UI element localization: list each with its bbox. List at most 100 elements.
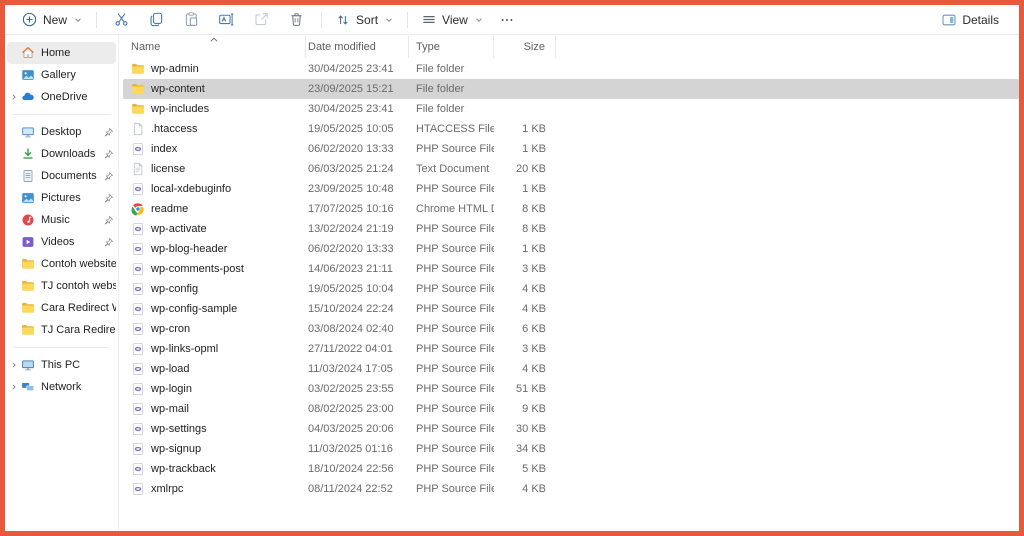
cut-button[interactable] xyxy=(104,8,139,31)
column-header-size[interactable]: Size xyxy=(494,36,556,58)
table-row[interactable]: wp-activate 13/02/2024 21:19PHP Source Fi… xyxy=(123,219,1019,239)
ellipsis-icon xyxy=(499,12,515,28)
table-row[interactable]: .htaccess19/05/2025 10:05HTACCESS File1 … xyxy=(123,119,1019,139)
file-name-cell: local-xdebuginfo xyxy=(123,182,306,196)
music-icon xyxy=(20,213,35,228)
file-name-cell: wp-settings xyxy=(123,422,306,436)
file-date-modified: 06/03/2025 21:24 xyxy=(306,163,409,175)
column-header-type[interactable]: Type xyxy=(409,36,494,58)
file-date-modified: 13/02/2024 21:19 xyxy=(306,223,409,235)
column-header-label: Type xyxy=(416,41,440,53)
pin-icon[interactable] xyxy=(102,215,115,226)
table-row[interactable]: wp-content23/09/2025 15:21File folder xyxy=(123,79,1019,99)
table-row[interactable]: wp-blog-header06/02/2020 13:33PHP Source… xyxy=(123,239,1019,259)
sidebar-item-pictures[interactable]: Pictures xyxy=(7,187,116,209)
table-row[interactable]: readme17/07/2025 10:16Chrome HTML Do...8… xyxy=(123,199,1019,219)
file-name: wp-blog-header xyxy=(151,243,227,255)
pin-icon[interactable] xyxy=(102,237,115,248)
file-date-modified: 08/11/2024 22:52 xyxy=(306,483,409,495)
sidebar-divider xyxy=(13,114,110,115)
details-pane-icon xyxy=(941,12,957,28)
pictures-icon xyxy=(20,191,35,206)
sidebar-item-desktop[interactable]: Desktop xyxy=(7,121,116,143)
sidebar-item-contoh-website-co[interactable]: Contoh website co xyxy=(7,253,116,275)
table-row[interactable]: wp-settings04/03/2025 20:06PHP Source Fi… xyxy=(123,419,1019,439)
file-name: wp-activate xyxy=(151,223,207,235)
sidebar-item-downloads[interactable]: Downloads xyxy=(7,143,116,165)
table-row[interactable]: wp-comments-post14/06/2023 21:11PHP Sour… xyxy=(123,259,1019,279)
file-name: wp-includes xyxy=(151,103,209,115)
chevron-right-icon[interactable] xyxy=(7,92,20,102)
file-name-cell: readme xyxy=(123,202,306,216)
details-pane-button[interactable]: Details xyxy=(935,9,1005,31)
file-size: 3 KB xyxy=(494,263,556,275)
file-size: 3 KB xyxy=(494,343,556,355)
sidebar-item-tj-cara-redirect-w[interactable]: TJ Cara Redirect W xyxy=(7,319,116,341)
table-row[interactable]: wp-cron03/08/2024 02:40PHP Source File6 … xyxy=(123,319,1019,339)
table-row[interactable]: wp-links-opml27/11/2022 04:01PHP Source … xyxy=(123,339,1019,359)
table-row[interactable]: wp-trackback18/10/2024 22:56PHP Source F… xyxy=(123,459,1019,479)
file-type: PHP Source File xyxy=(409,343,494,355)
table-row[interactable]: xmlrpc08/11/2024 22:52PHP Source File4 K… xyxy=(123,479,1019,499)
sidebar-item-documents[interactable]: Documents xyxy=(7,165,116,187)
php-icon xyxy=(131,222,145,236)
chevron-right-icon[interactable] xyxy=(7,360,20,370)
toolbar-divider xyxy=(96,12,97,28)
table-row[interactable]: index06/02/2020 13:33PHP Source File1 KB xyxy=(123,139,1019,159)
table-row[interactable]: license06/03/2025 21:24Text Document20 K… xyxy=(123,159,1019,179)
sidebar-item-cara-redirect-webs[interactable]: Cara Redirect Webs xyxy=(7,297,116,319)
toolbar: New xyxy=(5,5,1019,35)
table-row[interactable]: wp-mail08/02/2025 23:00PHP Source File9 … xyxy=(123,399,1019,419)
network-icon xyxy=(20,380,35,395)
table-row[interactable]: wp-config19/05/2025 10:04PHP Source File… xyxy=(123,279,1019,299)
sidebar-item-label: Gallery xyxy=(41,69,116,81)
php-icon xyxy=(131,322,145,336)
pin-icon[interactable] xyxy=(102,127,115,138)
file-name-cell: wp-config-sample xyxy=(123,302,306,316)
table-row[interactable]: wp-config-sample15/10/2024 22:24PHP Sour… xyxy=(123,299,1019,319)
pin-icon[interactable] xyxy=(102,193,115,204)
sidebar-item-music[interactable]: Music xyxy=(7,209,116,231)
sidebar-item-videos[interactable]: Videos xyxy=(7,231,116,253)
pin-icon[interactable] xyxy=(102,171,115,182)
paste-button[interactable] xyxy=(174,8,209,31)
file-name-cell: xmlrpc xyxy=(123,482,306,496)
sidebar-item-label: Downloads xyxy=(41,148,102,160)
sidebar-item-network[interactable]: Network xyxy=(7,376,116,398)
sidebar-item-this-pc[interactable]: This PC xyxy=(7,354,116,376)
new-button[interactable]: New xyxy=(15,8,89,31)
table-row[interactable]: wp-signup11/03/2025 01:16PHP Source File… xyxy=(123,439,1019,459)
chevron-down-icon xyxy=(73,15,83,25)
table-row[interactable]: wp-login03/02/2025 23:55PHP Source File5… xyxy=(123,379,1019,399)
copy-button[interactable] xyxy=(139,8,174,31)
sidebar-item-home[interactable]: Home xyxy=(7,42,116,64)
php-icon xyxy=(131,262,145,276)
more-options-button[interactable] xyxy=(490,9,524,31)
chevron-right-icon[interactable] xyxy=(7,382,20,392)
table-row[interactable]: wp-admin30/04/2025 23:41File folder xyxy=(123,59,1019,79)
folder-icon xyxy=(20,323,35,338)
column-header-date-modified[interactable]: Date modified xyxy=(306,36,409,58)
file-type: PHP Source File xyxy=(409,223,494,235)
column-header-name[interactable]: Name xyxy=(123,36,306,58)
page-icon xyxy=(131,122,145,136)
file-name: wp-signup xyxy=(151,443,201,455)
file-type: PHP Source File xyxy=(409,143,494,155)
sidebar-item-gallery[interactable]: Gallery xyxy=(7,64,116,86)
sort-button[interactable]: Sort xyxy=(329,9,400,31)
sidebar-item-label: Home xyxy=(41,47,116,59)
table-row[interactable]: wp-includes30/04/2025 23:41File folder xyxy=(123,99,1019,119)
view-button[interactable]: View xyxy=(415,9,490,31)
table-row[interactable]: wp-load11/03/2024 17:05PHP Source File4 … xyxy=(123,359,1019,379)
file-size: 9 KB xyxy=(494,403,556,415)
pin-icon[interactable] xyxy=(102,149,115,160)
sidebar-item-label: Videos xyxy=(41,236,102,248)
table-row[interactable]: local-xdebuginfo23/09/2025 10:48PHP Sour… xyxy=(123,179,1019,199)
share-button[interactable] xyxy=(244,8,279,31)
file-name: wp-login xyxy=(151,383,192,395)
rename-button[interactable] xyxy=(209,8,244,31)
delete-button[interactable] xyxy=(279,8,314,31)
sidebar-item-tj-contoh-website-c[interactable]: TJ contoh website c xyxy=(7,275,116,297)
file-name-cell: wp-admin xyxy=(123,62,306,76)
sidebar-item-onedrive[interactable]: OneDrive xyxy=(7,86,116,108)
